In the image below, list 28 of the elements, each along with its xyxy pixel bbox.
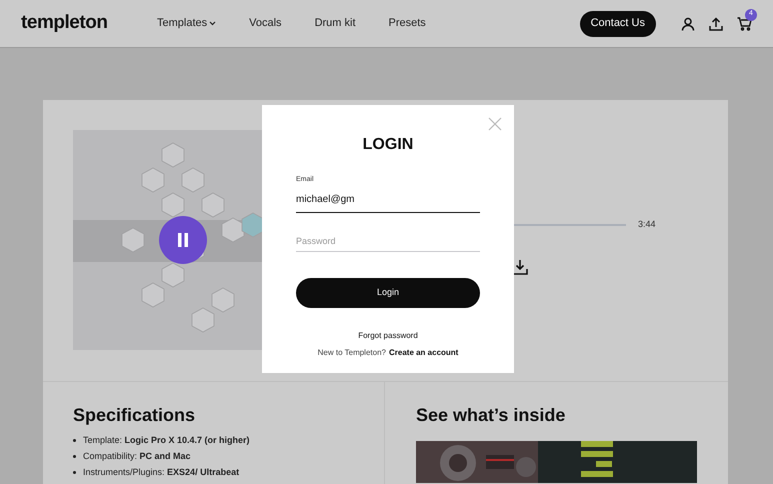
section-title: Specifications [73,404,196,426]
pause-icon [177,233,189,247]
dialog-title: LOGIN [362,135,414,155]
user-icon[interactable] [681,16,695,30]
spec-item: Template: Logic Pro X 10.4.7 (or higher) [83,434,250,447]
spec-item: Instruments/Plugins: EXS24/ Ultrabeat [83,466,240,479]
logo[interactable]: templeton [21,9,157,38]
bullet-icon [73,471,76,474]
bullet-icon [73,439,76,442]
bullet-icon [73,455,76,458]
spec-item: Compatibility: PC and Mac [83,450,191,463]
nav-link[interactable]: Templates [157,15,216,32]
login-button[interactable]: Login [296,278,480,308]
email-input[interactable]: michael@gm [296,192,480,206]
nav-link[interactable]: Presets [388,15,426,32]
upload-icon[interactable] [709,16,723,30]
chevron-down-icon [209,21,216,26]
create-account-link[interactable]: Create an account [388,347,458,359]
nav-link[interactable]: Vocals [249,15,282,32]
cart-icon[interactable] [737,16,752,30]
forgot-password-link[interactable]: Forgot password [358,330,418,342]
section-title: See what’s inside [416,404,566,426]
password-field[interactable]: Password [296,234,480,252]
contact-button[interactable]: Contact Us [580,10,656,36]
nav-link[interactable]: Drum kit [314,15,356,32]
download-icon[interactable] [512,258,528,274]
signup-prompt: New to Templeton? [318,347,386,359]
duration-label: 3:44 [638,218,656,231]
